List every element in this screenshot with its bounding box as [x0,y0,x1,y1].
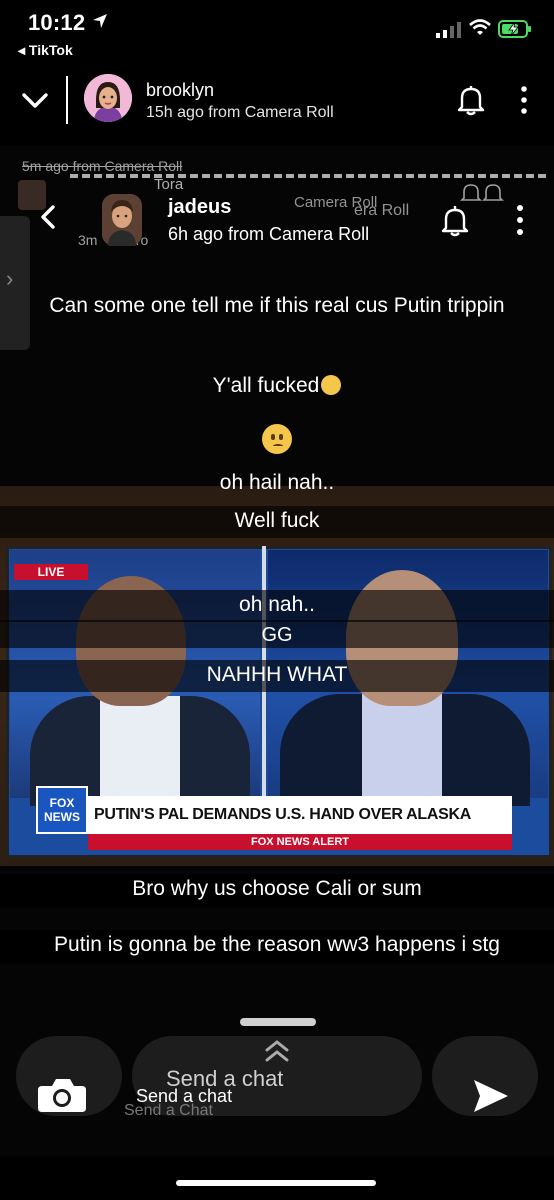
chevron-right-icon: › [6,266,14,291]
camera-icon[interactable] [36,1074,88,1114]
inner-home-indicator [240,1018,316,1026]
live-badge: LIVE [14,564,88,580]
fox-news-logo: FOX NEWS [36,786,88,834]
caption-text: Can some one tell me if this real cus Pu… [49,294,505,317]
more-options-icon[interactable] [516,84,532,116]
caption-text: NAHHH WHAT [0,660,554,692]
ghost-text: 5m ago from Camera Roll [22,158,183,174]
story-header: brooklyn 15h ago from Camera Roll [0,66,554,142]
avatar[interactable] [84,74,132,122]
location-arrow-icon [93,14,107,28]
status-time: 10:12 [28,10,86,35]
home-indicator [176,1180,376,1186]
bottom-bar: Send a chat Send a chat Send a Chat [0,1030,554,1150]
caption-text: oh nah.. [0,590,554,622]
caption-text: Putin is gonna be the reason ww3 happens… [0,930,554,964]
bell-icon [441,206,469,237]
story-subtitle: 15h ago from Camera Roll [146,104,334,121]
chevron-down-icon[interactable] [20,88,50,112]
send-chat-ghost-text: Send a Chat [124,1102,213,1119]
laughing-emoji-icon [321,375,342,395]
inner-avatar [102,194,142,246]
chevron-up-icon[interactable] [262,1038,292,1066]
story-username[interactable]: brooklyn [146,80,214,101]
caption-line: Y'all fucked [0,372,554,400]
more-options-icon [517,205,523,235]
guest-right-shirt [362,694,442,806]
news-chyron: PUTIN'S PAL DEMANDS U.S. HAND OVER ALASK… [88,796,512,834]
cellular-signal-icon [436,22,461,38]
news-alert-bar: FOX NEWS ALERT [88,834,512,850]
header-divider [66,76,68,124]
caption-text: oh hail nah.. [219,471,335,494]
chevron-left-icon [41,205,55,229]
send-arrow-icon[interactable] [468,1074,512,1118]
story-media[interactable]: 5m ago from Camera Roll Tora Camera Roll… [0,146,554,1156]
ghost-side-tab: › [0,216,30,350]
caption-text: Y'all fucked [212,374,320,397]
ghost-progress-dashes [70,174,546,178]
ghost-text: era Roll [354,202,410,219]
bell-icon[interactable] [456,84,486,116]
caption-text: Bro why us choose Cali or sum [0,874,554,908]
inner-subtitle: 6h ago from Camera Roll [168,224,370,244]
bitmoji-avatar-icon [102,194,142,246]
ghost-text: Tora [154,176,184,193]
wifi-icon [469,19,491,35]
ghost-bell-icon [460,184,504,201]
ghost-text: 3m [78,232,98,248]
inner-username: jadeus [168,196,232,218]
caption-text: Well fuck [0,506,554,538]
battery-charging-icon [498,20,531,38]
bitmoji-avatar-icon [84,74,132,122]
anchor-left-shirt [100,696,180,806]
caption-text: GG [0,620,554,648]
sad-emoji-icon [262,424,292,454]
status-bar: 10:12 ◂ TikTok [0,0,554,66]
back-to-app-link[interactable]: ◂ TikTok [18,42,73,59]
